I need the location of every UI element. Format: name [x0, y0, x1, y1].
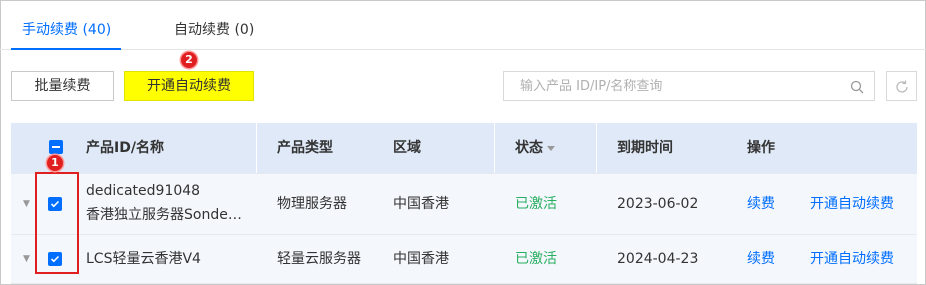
product-region: 中国香港: [393, 251, 449, 267]
select-all-checkbox[interactable]: [49, 140, 63, 154]
header-actions: 操作: [747, 140, 775, 156]
column-divider: [256, 123, 257, 173]
table-row: ▼ dedicated91048 香港独立服务器Sonde… 物理服务器 中国香…: [11, 173, 917, 234]
status-badge: 已激活: [515, 196, 557, 212]
header-region: 区域: [393, 140, 421, 156]
table-row: ▼ LCS轻量云香港V4 轻量云服务器 中国香港 已激活 2024-04-23 …: [11, 234, 917, 284]
header-product: 产品ID/名称: [86, 140, 164, 156]
header-type: 产品类型: [277, 140, 333, 156]
enable-auto-renew-link[interactable]: 开通自动续费: [810, 193, 894, 215]
step-marker-2: 2: [181, 52, 197, 68]
step-marker-1: 1: [47, 155, 63, 171]
renew-link[interactable]: 续费: [747, 193, 775, 215]
refresh-button[interactable]: [886, 71, 917, 101]
table-header: 产品ID/名称 产品类型 区域 状态 到期时间 操作: [11, 123, 917, 173]
tab-bar: 手动续费 (40) 自动续费 (0): [0, 0, 926, 50]
product-type: 物理服务器: [277, 196, 347, 212]
refresh-icon: [896, 80, 908, 93]
enable-auto-renew-button[interactable]: 开通自动续费: [124, 71, 254, 101]
column-divider: [596, 123, 597, 173]
search-input[interactable]: [520, 72, 840, 100]
active-tab-indicator: [11, 48, 121, 50]
product-type: 轻量云服务器: [277, 251, 361, 267]
expiry-date: 2023-06-02: [617, 196, 699, 212]
product-region: 中国香港: [393, 196, 449, 212]
expiry-date: 2024-04-23: [617, 251, 699, 267]
enable-auto-renew-link[interactable]: 开通自动续费: [810, 248, 894, 270]
column-divider: [494, 123, 495, 173]
search-icon[interactable]: [850, 79, 864, 94]
expand-row-icon[interactable]: ▼: [23, 254, 30, 264]
renew-link[interactable]: 续费: [747, 248, 775, 270]
product-id: dedicated91048: [86, 183, 201, 199]
checkbox-highlight-box: [35, 172, 79, 274]
tab-manual-renew[interactable]: 手动续费 (40): [22, 20, 111, 40]
status-badge: 已激活: [515, 251, 557, 267]
sort-down-icon[interactable]: [547, 145, 555, 151]
product-name: 香港独立服务器Sonde…: [86, 207, 242, 223]
search-box: [503, 71, 875, 101]
tab-auto-renew[interactable]: 自动续费 (0): [174, 20, 254, 40]
batch-renew-button[interactable]: 批量续费: [11, 71, 114, 101]
header-status-label: 状态: [515, 140, 543, 156]
product-id: LCS轻量云香港V4: [86, 251, 201, 267]
header-status[interactable]: 状态: [515, 138, 555, 158]
expand-row-icon[interactable]: ▼: [23, 199, 30, 209]
header-expiry: 到期时间: [617, 140, 673, 156]
